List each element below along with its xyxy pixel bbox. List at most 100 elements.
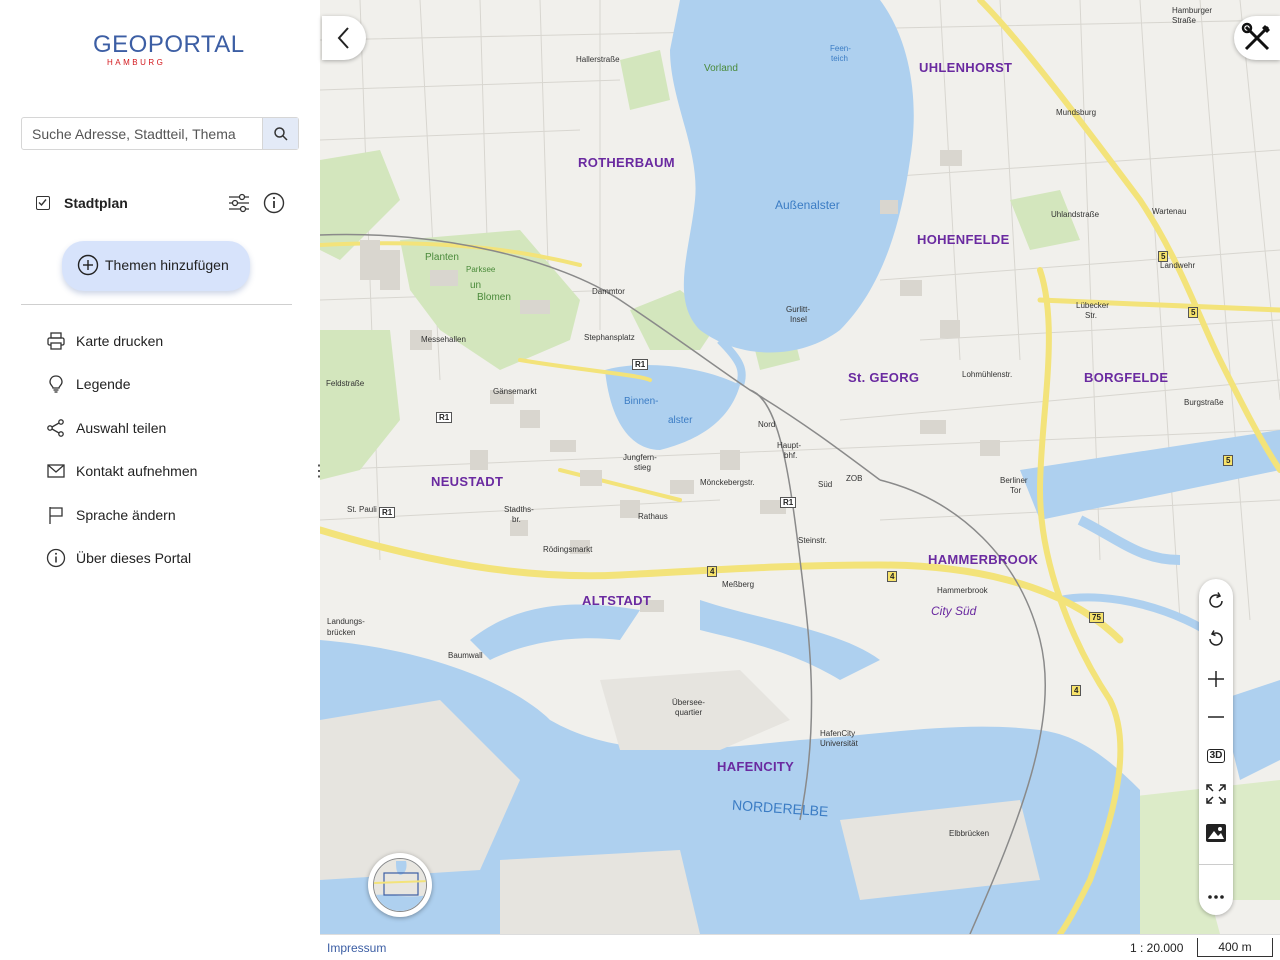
map-label-park: Vorland (704, 63, 738, 74)
map-label-district: NEUSTADT (431, 474, 504, 489)
map-label-place: Feldstraße (326, 379, 365, 388)
rotate-counterclockwise-button[interactable] (1204, 627, 1228, 651)
scale-ratio: 1 : 20.000 (1130, 941, 1184, 955)
map-label-park: Blomen (477, 292, 511, 303)
tools-button[interactable] (1234, 16, 1280, 60)
map-label-water: teich (831, 54, 848, 63)
map-label-place: Rödingsmarkt (543, 545, 593, 554)
layer-info-button[interactable] (263, 192, 285, 214)
menu-item-legend[interactable]: Legende (46, 373, 276, 397)
map-label-park: Planten (425, 252, 459, 263)
map-label-district: HAFENCITY (717, 759, 795, 774)
map-label-place: Jungfern- (623, 453, 657, 462)
road-shield: 4 (887, 571, 898, 582)
map-label-district: ALTSTADT (582, 593, 652, 608)
map-label-park: Gurlitt- (786, 305, 810, 314)
road-shield: R1 (632, 359, 649, 370)
map-label-place: Landwehr (1160, 261, 1196, 270)
road-shield: 75 (1089, 612, 1104, 623)
map-label-place: bhf. (784, 451, 798, 460)
menu-item-label: Legende (76, 376, 131, 392)
menu-item-about[interactable]: Über dieses Portal (46, 547, 276, 571)
map-label-park: Parksee (466, 265, 496, 274)
overview-map-button[interactable] (368, 853, 432, 917)
impressum-link[interactable]: Impressum (327, 941, 386, 955)
background-map-button[interactable] (1204, 821, 1228, 845)
zoom-out-button[interactable] (1204, 705, 1228, 729)
menu-item-contact[interactable]: Kontakt aufnehmen (46, 460, 276, 484)
more-button[interactable] (1204, 885, 1228, 909)
map-label-place: Uhlandstraße (1051, 210, 1100, 219)
divider (21, 304, 292, 305)
map-basemap (320, 0, 1280, 934)
road-shield: 5 (1223, 455, 1234, 466)
map-label-place: Süd (818, 480, 833, 489)
map-label-place: Straße (1172, 16, 1197, 25)
map-label-place: Landungs- (327, 617, 365, 626)
mail-icon (47, 464, 65, 478)
map-controls: 3D (1199, 579, 1233, 915)
map-label-place: brücken (327, 628, 356, 637)
checkmark-icon (38, 199, 47, 207)
menu-item-share[interactable]: Auswahl teilen (46, 417, 276, 441)
road-shield: 5 (1158, 251, 1169, 262)
3d-mode-button[interactable]: 3D (1204, 744, 1228, 768)
map-label-place: Universität (820, 739, 858, 748)
plus-icon (1208, 671, 1224, 687)
map-footer: Impressum 1 : 20.000 400 m (320, 934, 1280, 960)
info-icon (46, 548, 66, 568)
map-canvas[interactable]: UHLENHORST ROTHERBAUM HOHENFELDE St. GEO… (320, 0, 1280, 934)
fullscreen-icon (1206, 784, 1226, 804)
map-label-place: Mönckebergstr. (700, 478, 755, 487)
fullscreen-button[interactable] (1204, 782, 1228, 806)
road-shield: 4 (1071, 685, 1082, 696)
menu-item-label: Kontakt aufnehmen (76, 463, 198, 479)
layer-checkbox[interactable] (36, 196, 50, 210)
chevron-left-icon (337, 27, 349, 49)
map-label-park: un (470, 280, 482, 291)
overview-map-thumbnail (373, 858, 427, 912)
map-label-water: Außenalster (775, 198, 840, 212)
map-label-district: HOHENFELDE (917, 232, 1010, 247)
map-label-water: alster (668, 415, 693, 426)
3d-icon: 3D (1206, 749, 1226, 763)
map-label-place: Wartenau (1152, 207, 1187, 216)
logo-subtitle: HAMBURG (107, 58, 166, 67)
collapse-sidebar-button[interactable] (322, 16, 366, 60)
menu-item-language[interactable]: Sprache ändern (46, 504, 276, 528)
map-label-district: St. GEORG (848, 370, 920, 385)
map-label-place: Str. (1085, 311, 1098, 320)
sidebar-resize-handle[interactable]: ⋮ (311, 464, 327, 492)
map-label-place: Mundsburg (1056, 108, 1097, 117)
map-label-place: Lohmühlenstr. (962, 370, 1013, 379)
map-label-place: Elbbrücken (949, 829, 990, 838)
search-button[interactable] (262, 118, 298, 149)
menu-item-label: Über dieses Portal (76, 550, 192, 566)
menu-item-label: Karte drucken (76, 333, 164, 349)
map-label-district: HAMMERBROOK (928, 552, 1039, 567)
map-label-place: St. Pauli (347, 505, 377, 514)
map-label-park: Insel (790, 315, 807, 324)
map-label-place: Übersee- (672, 698, 705, 707)
map-label-district: UHLENHORST (919, 60, 1013, 75)
map-label-place: Lübecker (1076, 301, 1109, 310)
more-icon (1208, 895, 1224, 899)
layer-settings-button[interactable] (228, 192, 250, 214)
menu-item-print[interactable]: Karte drucken (46, 330, 276, 354)
layer-label[interactable]: Stadtplan (64, 195, 128, 211)
search-input[interactable] (22, 118, 262, 149)
add-topics-button[interactable]: Themen hinzufügen (62, 241, 250, 291)
rotate-clockwise-icon (1209, 592, 1223, 608)
map-label-place: Stadths- (504, 505, 534, 514)
map-label-place: Nord (758, 420, 776, 429)
map-label-place: Burgstraße (1184, 398, 1224, 407)
map-label-place: Meßberg (722, 580, 755, 589)
map-label-place: Stephansplatz (584, 333, 635, 342)
map-label-place: Dammtor (592, 287, 625, 296)
map-label-place: Hallerstraße (576, 55, 620, 64)
portal-logo[interactable]: GEOPORTAL HAMBURG (93, 33, 253, 73)
zoom-in-button[interactable] (1204, 667, 1228, 691)
tools-icon (1241, 22, 1270, 51)
add-topics-label: Themen hinzufügen (105, 257, 229, 273)
rotate-clockwise-button[interactable] (1204, 589, 1228, 613)
